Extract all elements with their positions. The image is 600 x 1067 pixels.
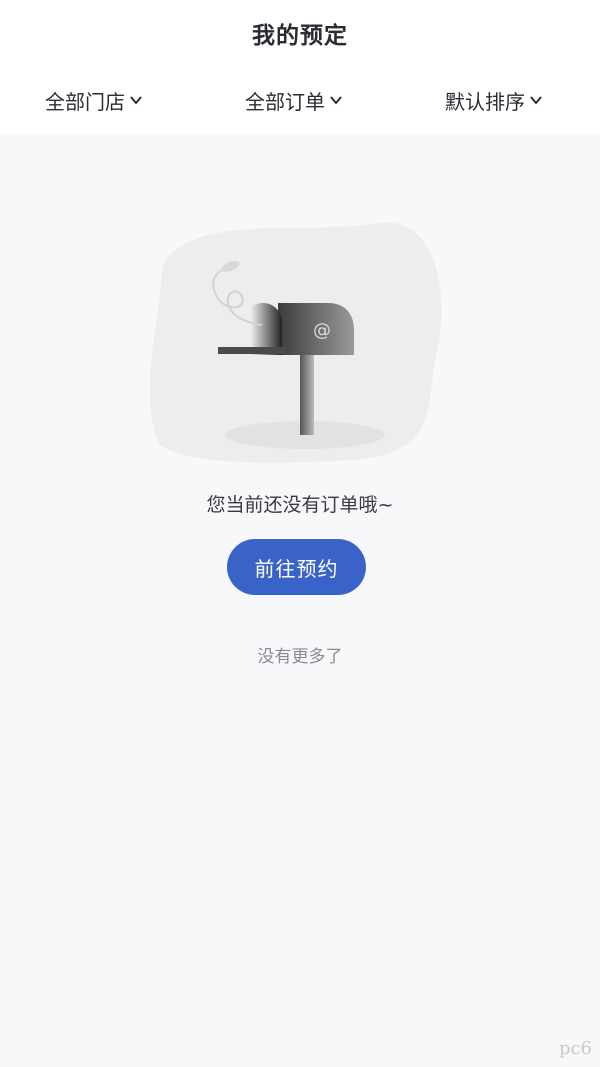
empty-message: 您当前还没有订单哦~	[206, 494, 394, 516]
filter-store-label: 全部门店	[45, 89, 125, 114]
chevron-down-icon	[530, 96, 542, 105]
watermark-logo: pc6	[558, 1038, 592, 1059]
filter-order-label: 全部订单	[245, 89, 325, 114]
chevron-down-icon	[330, 96, 342, 105]
chevron-down-icon	[130, 96, 142, 105]
filter-sort-dropdown[interactable]: 默认排序	[445, 84, 543, 116]
filter-store-dropdown[interactable]: 全部门店	[45, 84, 143, 116]
page-title: 我的预定	[252, 23, 348, 49]
no-more-text: 没有更多了	[257, 647, 343, 667]
filter-bar: 全部门店 全部订单 默认排序	[0, 84, 600, 116]
go-reserve-button[interactable]: 前往预约	[227, 539, 366, 595]
svg-text:@: @	[313, 320, 331, 341]
filter-sort-label: 默认排序	[445, 89, 525, 114]
mailbox-illustration: @	[150, 222, 442, 463]
filter-order-dropdown[interactable]: 全部订单	[245, 84, 343, 116]
header: 我的预定 全部门店 全部订单 默认排序	[0, 0, 600, 134]
